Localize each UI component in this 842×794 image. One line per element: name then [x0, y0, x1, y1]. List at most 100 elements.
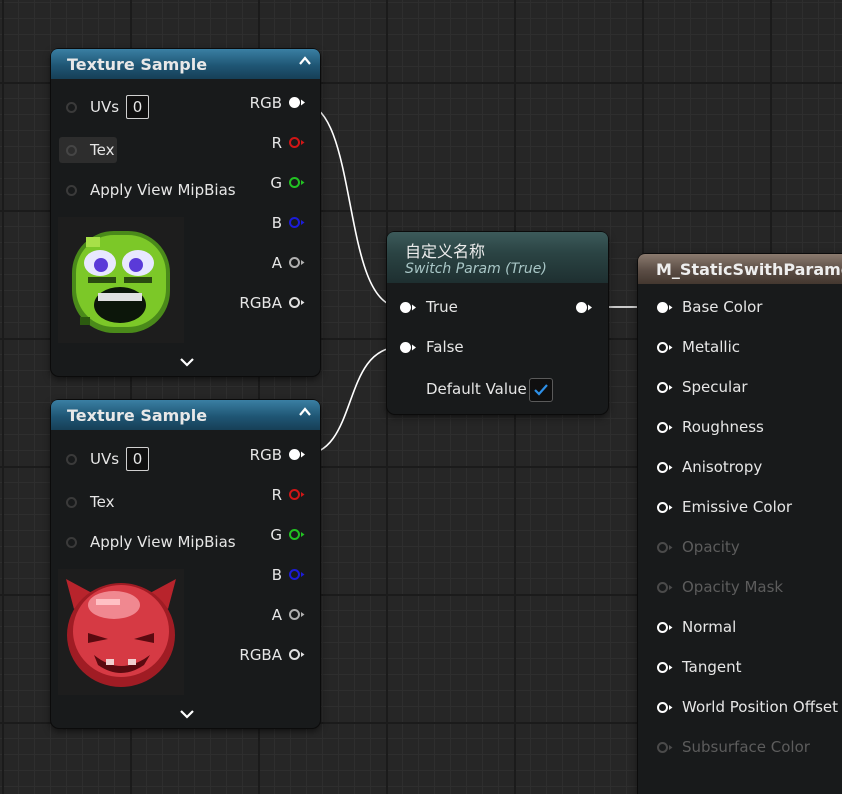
- material-input-label: Subsurface Color: [682, 738, 810, 756]
- tex-input-pin[interactable]: [65, 496, 78, 509]
- material-input-row[interactable]: Opacity Mask: [638, 578, 842, 599]
- node-subtitle: Switch Param (True): [405, 261, 547, 277]
- true-label: True: [426, 298, 458, 316]
- rgb-output-label: RGB: [249, 446, 282, 464]
- texture-sample-node-1[interactable]: Texture Sample UVs 0 Tex Apply View MipB…: [51, 49, 320, 376]
- material-input-label: Emissive Color: [682, 498, 793, 516]
- rgba-output-label: RGBA: [239, 646, 282, 664]
- node-header[interactable]: Texture Sample: [51, 49, 320, 79]
- material-input-pin[interactable]: [656, 741, 674, 754]
- uvs-label: UVs: [90, 450, 120, 468]
- material-result-node[interactable]: M_StaticSwithParameter Base Color Metalli…: [638, 254, 842, 794]
- material-input-label: World Position Offset: [682, 698, 838, 716]
- a-output-label: A: [271, 254, 282, 272]
- material-input-row[interactable]: Opacity: [638, 538, 842, 559]
- rgba-output-pin[interactable]: [288, 648, 306, 661]
- texture-thumbnail-green-creature: [58, 217, 184, 343]
- material-input-pin[interactable]: [656, 381, 674, 394]
- material-input-row[interactable]: Specular: [638, 378, 842, 399]
- false-label: False: [426, 338, 464, 356]
- material-input-row[interactable]: Normal: [638, 618, 842, 639]
- material-input-pin[interactable]: [656, 461, 674, 474]
- material-input-row[interactable]: Emissive Color: [638, 498, 842, 519]
- material-input-row[interactable]: Subsurface Color: [638, 738, 842, 759]
- material-input-label: Opacity Mask: [682, 578, 784, 596]
- tex-input-pin[interactable]: [65, 144, 78, 157]
- mipbias-label: Apply View MipBias: [90, 181, 236, 199]
- g-output-label: G: [270, 526, 282, 544]
- material-input-pin[interactable]: [656, 661, 674, 674]
- material-input-row[interactable]: Metallic: [638, 338, 842, 359]
- material-input-pin[interactable]: [656, 301, 674, 314]
- material-input-pin[interactable]: [656, 581, 674, 594]
- uvs-label: UVs: [90, 98, 120, 116]
- b-output-pin[interactable]: [288, 568, 306, 581]
- checkmark-icon: [534, 384, 548, 396]
- material-input-pin[interactable]: [656, 541, 674, 554]
- material-input-pin[interactable]: [656, 701, 674, 714]
- tex-label: Tex: [90, 141, 115, 159]
- material-input-pin[interactable]: [656, 621, 674, 634]
- uvs-value-field[interactable]: 0: [126, 447, 149, 471]
- rgb-output-pin[interactable]: [288, 448, 306, 461]
- material-input-row[interactable]: Roughness: [638, 418, 842, 439]
- texture-thumbnail-red-creature: [58, 569, 184, 695]
- g-output-label: G: [270, 174, 282, 192]
- material-input-label: Metallic: [682, 338, 740, 356]
- material-input-label: Base Color: [682, 298, 763, 316]
- rgb-output-pin[interactable]: [288, 96, 306, 109]
- material-input-label: Tangent: [682, 658, 742, 676]
- material-input-label: Roughness: [682, 418, 764, 436]
- node-header[interactable]: 自定义名称 Switch Param (True): [387, 232, 608, 283]
- switch-output-pin[interactable]: [575, 301, 593, 314]
- b-output-label: B: [271, 214, 282, 232]
- uvs-input-pin[interactable]: [65, 453, 78, 466]
- material-input-row[interactable]: Tangent: [638, 658, 842, 679]
- uvs-input-pin[interactable]: [65, 101, 78, 114]
- node-header[interactable]: Texture Sample: [51, 400, 320, 430]
- rgba-output-label: RGBA: [239, 294, 282, 312]
- a-output-pin[interactable]: [288, 608, 306, 621]
- collapse-arrow-icon[interactable]: [298, 54, 312, 68]
- texture-sample-node-2[interactable]: Texture Sample UVs 0 Tex Apply View MipB…: [51, 400, 320, 728]
- r-output-label: R: [271, 134, 282, 152]
- mipbias-input-pin[interactable]: [65, 536, 78, 549]
- b-output-pin[interactable]: [288, 216, 306, 229]
- material-input-pin[interactable]: [656, 421, 674, 434]
- g-output-pin[interactable]: [288, 176, 306, 189]
- a-output-label: A: [271, 606, 282, 624]
- material-input-label: Specular: [682, 378, 748, 396]
- node-title: M_StaticSwithParameter: [656, 260, 842, 279]
- collapse-arrow-icon[interactable]: [298, 405, 312, 419]
- false-input-pin[interactable]: [399, 341, 417, 354]
- material-input-row[interactable]: Base Color: [638, 298, 842, 319]
- default-value-checkbox[interactable]: [529, 378, 553, 402]
- rgba-output-pin[interactable]: [288, 296, 306, 309]
- node-title: Texture Sample: [67, 406, 208, 425]
- r-output-label: R: [271, 486, 282, 504]
- expand-arrow-icon[interactable]: [179, 356, 195, 368]
- r-output-pin[interactable]: [288, 488, 306, 501]
- r-output-pin[interactable]: [288, 136, 306, 149]
- tex-label: Tex: [90, 493, 115, 511]
- material-input-label: Opacity: [682, 538, 740, 556]
- material-input-row[interactable]: Anisotropy: [638, 458, 842, 479]
- mipbias-input-pin[interactable]: [65, 184, 78, 197]
- g-output-pin[interactable]: [288, 528, 306, 541]
- default-value-label: Default Value: [426, 380, 527, 398]
- material-input-pin[interactable]: [656, 501, 674, 514]
- a-output-pin[interactable]: [288, 256, 306, 269]
- material-input-label: Anisotropy: [682, 458, 763, 476]
- expand-arrow-icon[interactable]: [179, 708, 195, 720]
- material-input-pin[interactable]: [656, 341, 674, 354]
- material-input-label: Normal: [682, 618, 737, 636]
- rgb-output-label: RGB: [249, 94, 282, 112]
- node-title: Texture Sample: [67, 55, 208, 74]
- node-header[interactable]: M_StaticSwithParameter: [638, 254, 842, 284]
- true-input-pin[interactable]: [399, 301, 417, 314]
- mipbias-label: Apply View MipBias: [90, 533, 236, 551]
- uvs-value-field[interactable]: 0: [126, 95, 149, 119]
- switch-param-node[interactable]: 自定义名称 Switch Param (True) True False Def…: [387, 232, 608, 414]
- material-input-row[interactable]: World Position Offset: [638, 698, 842, 719]
- node-title: 自定义名称: [405, 242, 486, 261]
